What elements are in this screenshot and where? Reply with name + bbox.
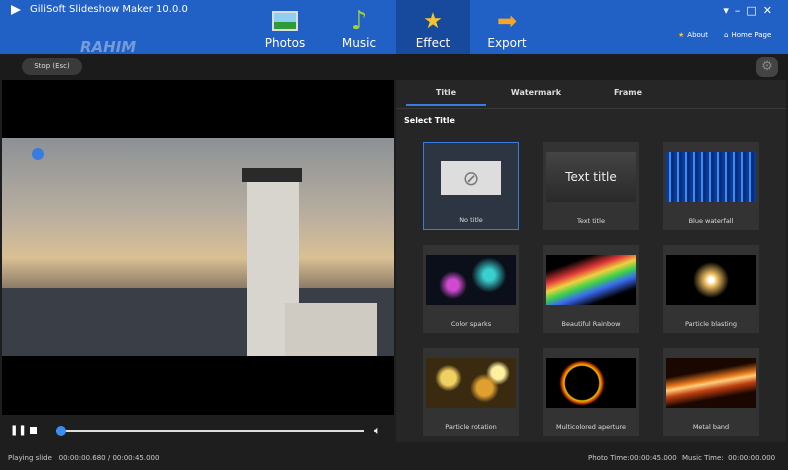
home-label: Home Page [731,31,772,39]
effect-thumbnail: ⊘ [441,161,501,195]
title-effect-card[interactable]: Color sparks [423,245,519,333]
nav-label: Export [487,36,527,50]
effect-label: Metal band [692,423,730,431]
playing-status: Playing slide 00:00:00.680 / 00:00:45.00… [8,454,160,462]
slide-preview-image [2,138,394,356]
title-effect-card[interactable]: Particle rotation [423,348,519,436]
seek-slider[interactable] [55,426,364,436]
title-effect-card[interactable]: Blue waterfall [663,142,759,230]
about-link[interactable]: ★ About [678,31,708,39]
effect-thumbnail [546,255,636,305]
status-bar: Playing slide 00:00:00.680 / 00:00:45.00… [0,448,788,470]
effect-label: No title [459,216,483,224]
effect-thumbnail [426,255,516,305]
effect-thumbnail [666,255,756,305]
slide-marker-icon[interactable] [32,148,44,160]
nav-effect[interactable]: ★ Effect [396,0,470,54]
window-controls: ▾–□✕ [723,4,778,17]
tab-title[interactable]: Title [406,80,486,106]
effect-thumbnail: Text title [546,152,636,202]
music-time: Music Time: 00:00:00.000 [682,454,776,462]
effect-label: Blue waterfall [688,217,734,225]
effect-label: Particle rotation [445,423,497,431]
title-effect-card[interactable]: Particle blasting [663,245,759,333]
effect-label: Color sparks [450,320,492,328]
nav-photos[interactable]: Photos [248,0,322,54]
divider [396,108,786,109]
watermark-logo: RAHIM [80,38,137,56]
home-icon: ⌂ [724,31,729,39]
pause-icon[interactable]: ❚❚ [10,425,27,436]
app-logo-icon [11,5,21,15]
effect-thumbnail [546,358,636,408]
close-icon[interactable]: ✕ [763,4,778,17]
effect-label: Text title [577,217,605,225]
stop-icon[interactable] [30,427,37,434]
title-effect-card[interactable]: Multicolored aperture [543,348,639,436]
section-heading: Select Title [404,116,455,125]
volume-icon[interactable]: 🔈︎ [374,424,381,438]
about-label: About [687,31,708,39]
tab-frame[interactable]: Frame [588,80,668,106]
seek-handle[interactable] [55,426,66,436]
effect-panel: Title Watermark Frame Select Title ⊘ No t… [396,80,786,442]
nav-label: Effect [415,36,451,50]
photo-time: Photo Time:00:00:45.000 [588,454,677,462]
menu-dropdown-icon[interactable]: ▾ [723,4,735,17]
arrow-right-icon: ➡ [496,7,518,35]
nav-music[interactable]: ♪ Music [322,0,396,54]
home-page-link[interactable]: ⌂ Home Page [724,31,771,39]
effect-label: Multicolored aperture [556,423,626,431]
photos-icon [248,6,322,36]
nav-export[interactable]: ➡ Export [470,0,544,54]
title-bar: GiliSoft Slideshow Maker 10.0.0 RAHIM Ph… [0,0,788,56]
nav-label: Photos [264,36,306,50]
player-controls: ❚❚ 🔈︎ [0,420,394,442]
toolbar: Stop (Esc) ⚙ [0,54,788,80]
tab-watermark[interactable]: Watermark [496,80,576,106]
title-effect-card[interactable]: Text title Text title [543,142,639,230]
music-note-icon: ♪ [350,6,368,36]
effect-thumbnail [666,152,756,202]
app-title: GiliSoft Slideshow Maker 10.0.0 [30,4,188,15]
effect-label: Beautiful Rainbow [561,320,621,328]
title-effect-card[interactable]: ⊘ No title [423,142,519,230]
stop-button[interactable]: Stop (Esc) [22,58,82,75]
effect-label: Particle blasting [685,320,737,328]
effect-thumbnail [426,358,516,408]
settings-gear-icon[interactable]: ⚙ [756,57,778,77]
nav-label: Music [341,36,377,50]
effect-thumbnail [666,358,756,408]
maximize-icon[interactable]: □ [746,4,762,17]
thumb-text: Text title [565,170,617,184]
no-symbol-icon: ⊘ [462,166,480,190]
title-effect-card[interactable]: Metal band [663,348,759,436]
about-icon: ★ [678,31,685,39]
magic-wand-star-icon: ★ [423,8,443,34]
title-effect-card[interactable]: Beautiful Rainbow [543,245,639,333]
minimize-icon[interactable]: – [735,4,747,17]
